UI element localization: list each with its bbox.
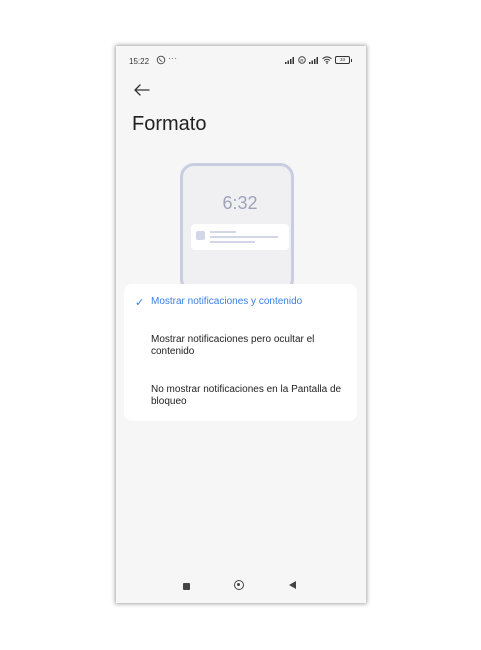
home-icon[interactable] <box>234 580 244 590</box>
back-icon[interactable] <box>289 581 296 589</box>
status-time: 15:22 <box>129 57 150 66</box>
navigation-bar <box>116 576 366 596</box>
format-options: ✓ Mostrar notificaciones y contenido Mos… <box>124 284 357 421</box>
mockup-notification <box>191 224 289 250</box>
whatsapp-icon <box>156 55 166 65</box>
option-show-all[interactable]: ✓ Mostrar notificaciones y contenido <box>124 296 357 312</box>
wifi-icon <box>322 56 332 64</box>
back-button[interactable] <box>133 83 151 97</box>
status-more: ··· <box>168 54 178 63</box>
phone-screen: 15:22 ··· R 33 Formato 6:32 ✓ Mostrar no… <box>116 46 366 603</box>
status-icons: R 33 <box>285 56 352 64</box>
page-title: Formato <box>132 113 207 135</box>
recents-icon[interactable] <box>183 583 190 590</box>
signal-icon <box>309 57 318 64</box>
svg-text:R: R <box>300 58 304 63</box>
arrow-left-icon <box>134 84 150 96</box>
checkmark-icon: ✓ <box>135 297 145 309</box>
signal-icon <box>285 57 294 64</box>
mockup-clock: 6:32 <box>222 193 258 213</box>
nfc-icon: R <box>298 56 306 64</box>
battery-level: 33 <box>335 56 350 64</box>
status-bar: 15:22 ··· R 33 <box>116 46 366 76</box>
option-hide-all[interactable]: No mostrar notificaciones en la Pantalla… <box>124 384 357 412</box>
option-label: Mostrar notificaciones pero ocultar el c… <box>151 334 315 357</box>
option-label: No mostrar notificaciones en la Pantalla… <box>151 384 342 407</box>
battery-icon: 33 <box>335 56 352 64</box>
option-label: Mostrar notificaciones y contenido <box>151 296 303 307</box>
lockscreen-illustration: 6:32 <box>180 163 300 293</box>
option-hide-content[interactable]: Mostrar notificaciones pero ocultar el c… <box>124 334 357 362</box>
